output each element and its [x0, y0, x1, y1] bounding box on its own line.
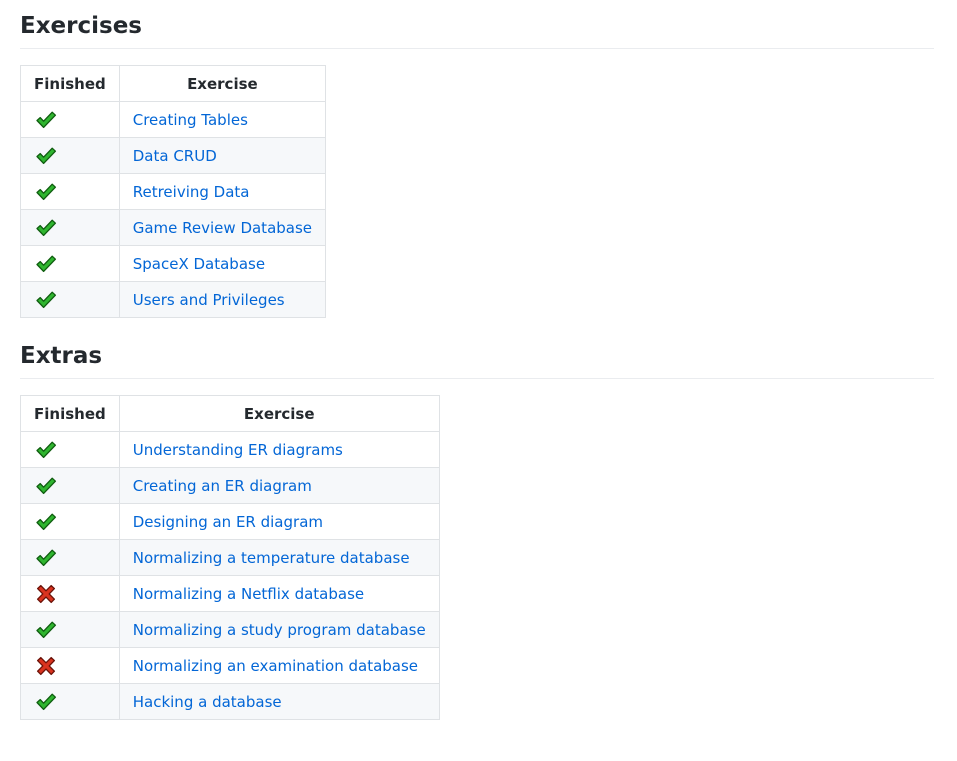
finished-cell — [20, 209, 120, 246]
finished-cell — [20, 503, 120, 540]
table-header-row: Finished Exercise — [20, 65, 327, 102]
table-row: Data CRUD — [20, 137, 327, 174]
exercise-cell: Normalizing a study program database — [118, 611, 440, 648]
exercise-cell: Designing an ER diagram — [118, 503, 440, 540]
readme-content: Exercises Finished Exercise Creating Tab… — [20, 0, 934, 720]
finished-cell — [20, 647, 120, 684]
finished-cell — [20, 575, 120, 612]
exercise-column-header: Exercise — [118, 395, 440, 432]
exercise-link[interactable]: Hacking a database — [133, 693, 282, 711]
exercise-cell: Creating an ER diagram — [118, 467, 440, 504]
exercise-cell: Users and Privileges — [118, 281, 327, 318]
check-icon — [35, 290, 57, 310]
exercise-cell: Hacking a database — [118, 683, 440, 720]
finished-cell — [20, 137, 120, 174]
exercises-heading: Exercises — [20, 15, 934, 49]
check-icon — [35, 440, 57, 460]
exercise-link[interactable]: Normalizing an examination database — [133, 657, 418, 675]
finished-cell — [20, 281, 120, 318]
table-row: Creating Tables — [20, 101, 327, 138]
exercise-cell: Retreiving Data — [118, 173, 327, 210]
exercise-link[interactable]: Data CRUD — [133, 147, 217, 165]
exercise-link[interactable]: Normalizing a temperature database — [133, 549, 410, 567]
extras-table: Finished Exercise Understanding ER diagr… — [20, 395, 440, 720]
exercise-cell: Understanding ER diagrams — [118, 431, 440, 468]
exercise-link[interactable]: Normalizing a study program database — [133, 621, 426, 639]
exercise-cell: Creating Tables — [118, 101, 327, 138]
check-icon — [35, 110, 57, 130]
check-icon — [35, 182, 57, 202]
table-row: SpaceX Database — [20, 245, 327, 282]
table-row: Retreiving Data — [20, 173, 327, 210]
cross-icon — [35, 584, 57, 604]
finished-cell — [20, 467, 120, 504]
table-header-row: Finished Exercise — [20, 395, 440, 432]
finished-cell — [20, 245, 120, 282]
exercise-cell: Normalizing an examination database — [118, 647, 440, 684]
extras-table-body: Understanding ER diagrams Creating an ER … — [20, 431, 440, 720]
table-row: Designing an ER diagram — [20, 503, 440, 540]
table-row: Game Review Database — [20, 209, 327, 246]
exercise-cell: Normalizing a Netflix database — [118, 575, 440, 612]
exercise-column-header: Exercise — [118, 65, 327, 102]
exercises-table-body: Creating Tables Data CRUD Retreiving Data G… — [20, 101, 327, 318]
exercise-link[interactable]: Designing an ER diagram — [133, 513, 323, 531]
check-icon — [35, 254, 57, 274]
exercise-link[interactable]: Users and Privileges — [133, 291, 285, 309]
exercises-table: Finished Exercise Creating Tables Data CR… — [20, 65, 327, 318]
exercise-cell: Normalizing a temperature database — [118, 539, 440, 576]
cross-icon — [35, 656, 57, 676]
check-icon — [35, 548, 57, 568]
check-icon — [35, 218, 57, 238]
table-row: Understanding ER diagrams — [20, 431, 440, 468]
table-row: Normalizing an examination database — [20, 647, 440, 684]
table-row: Normalizing a study program database — [20, 611, 440, 648]
exercise-link[interactable]: Creating an ER diagram — [133, 477, 312, 495]
table-row: Normalizing a temperature database — [20, 539, 440, 576]
finished-column-header: Finished — [20, 395, 120, 432]
exercise-link[interactable]: Retreiving Data — [133, 183, 250, 201]
exercise-link[interactable]: SpaceX Database — [133, 255, 265, 273]
exercise-link[interactable]: Creating Tables — [133, 111, 248, 129]
check-icon — [35, 692, 57, 712]
finished-cell — [20, 683, 120, 720]
exercise-cell: SpaceX Database — [118, 245, 327, 282]
exercise-link[interactable]: Game Review Database — [133, 219, 312, 237]
check-icon — [35, 146, 57, 166]
table-row: Hacking a database — [20, 683, 440, 720]
table-row: Users and Privileges — [20, 281, 327, 318]
check-icon — [35, 620, 57, 640]
check-icon — [35, 512, 57, 532]
extras-heading: Extras — [20, 345, 934, 379]
finished-cell — [20, 431, 120, 468]
finished-cell — [20, 539, 120, 576]
exercise-cell: Data CRUD — [118, 137, 327, 174]
table-row: Creating an ER diagram — [20, 467, 440, 504]
exercise-cell: Game Review Database — [118, 209, 327, 246]
finished-cell — [20, 611, 120, 648]
check-icon — [35, 476, 57, 496]
finished-cell — [20, 101, 120, 138]
finished-column-header: Finished — [20, 65, 120, 102]
finished-cell — [20, 173, 120, 210]
table-row: Normalizing a Netflix database — [20, 575, 440, 612]
exercise-link[interactable]: Understanding ER diagrams — [133, 441, 343, 459]
exercise-link[interactable]: Normalizing a Netflix database — [133, 585, 364, 603]
